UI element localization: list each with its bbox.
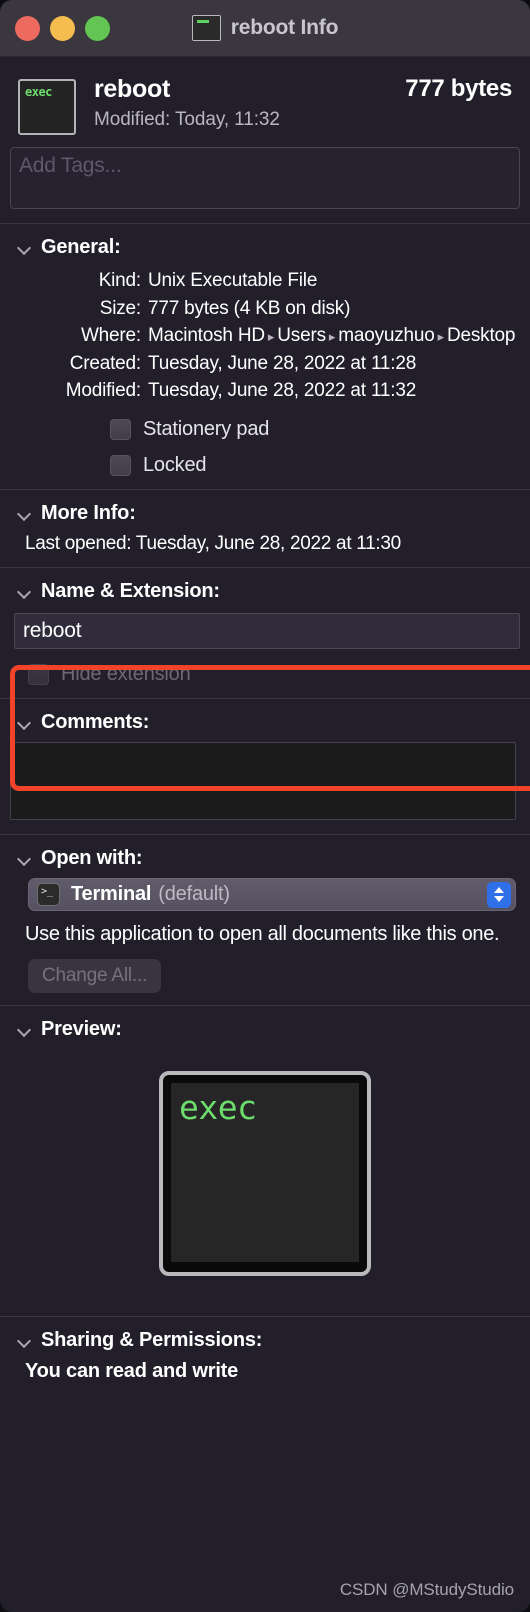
- get-info-window: reboot Info exec reboot Modified: Today,…: [0, 0, 530, 1612]
- terminal-app-icon: [37, 882, 60, 906]
- file-name-input[interactable]: reboot: [14, 612, 520, 649]
- row-created-value: Tuesday, June 28, 2022 at 11:28: [148, 352, 417, 374]
- chevron-down-icon[interactable]: [18, 585, 31, 598]
- file-size: 777 bytes: [405, 75, 512, 102]
- section-general-title: General:: [41, 236, 121, 258]
- section-comments: Comments:: [0, 699, 530, 834]
- chevron-down-icon[interactable]: [18, 241, 31, 254]
- open-with-app-name: Terminal: [71, 882, 152, 905]
- file-header-text: reboot Modified: Today, 11:32: [94, 75, 387, 131]
- section-sharing-header[interactable]: Sharing & Permissions:: [0, 1329, 530, 1352]
- minimize-button[interactable]: [50, 15, 75, 41]
- section-open-with-header[interactable]: Open with:: [0, 847, 530, 870]
- section-preview: Preview: exec: [0, 1006, 530, 1316]
- chevron-down-icon[interactable]: [18, 852, 31, 865]
- file-name-input-value: reboot: [23, 618, 82, 642]
- hide-extension-checkbox-row[interactable]: Hide extension: [0, 663, 530, 686]
- section-sharing-title: Sharing & Permissions:: [41, 1328, 263, 1351]
- preview-exec-icon: exec: [159, 1070, 371, 1276]
- chevron-down-icon[interactable]: [18, 716, 31, 729]
- terminal-file-icon: [191, 15, 221, 41]
- preview-area: exec: [0, 1049, 530, 1304]
- row-modified-label: Modified:: [65, 380, 141, 402]
- row-where: Where: Macintosh HD ▸ Users ▸ maoyuzhuo ▸ Desk…: [0, 322, 530, 350]
- row-kind-label: Kind:: [98, 270, 142, 291]
- row-size-value: 777 bytes (4 KB on disk): [148, 297, 351, 319]
- file-modified: Modified: Today, 11:32: [94, 108, 280, 130]
- locked-label: Locked: [143, 453, 207, 476]
- path-separator-icon: ▸: [267, 329, 275, 345]
- row-where-value: Macintosh HD ▸ Users ▸ maoyuzhuo ▸ Desktop: [148, 322, 515, 350]
- where-part-1: Users: [277, 325, 326, 347]
- close-button[interactable]: [15, 15, 40, 41]
- chevron-down-icon[interactable]: [18, 1023, 31, 1036]
- chevron-down-icon[interactable]: [18, 507, 31, 520]
- last-opened-row: Last opened: Tuesday, June 28, 2022 at 1…: [0, 533, 530, 555]
- stationery-pad-checkbox[interactable]: [110, 418, 131, 440]
- comments-textarea[interactable]: [10, 741, 516, 820]
- window-titlebar: reboot Info: [0, 0, 530, 57]
- traffic-lights: [15, 15, 110, 41]
- window-title: reboot Info: [230, 16, 339, 39]
- section-comments-header[interactable]: Comments:: [0, 711, 530, 734]
- open-with-description: Use this application to open all documen…: [25, 922, 500, 945]
- section-comments-title: Comments:: [41, 710, 150, 733]
- exec-icon-label: exec: [25, 85, 52, 99]
- hide-extension-label: Hide extension: [61, 662, 191, 685]
- row-where-label: Where:: [80, 325, 141, 347]
- section-more-info: More Info: Last opened: Tuesday, June 28…: [0, 490, 530, 567]
- add-tags-placeholder: Add Tags...: [19, 154, 122, 177]
- where-part-0: Macintosh HD: [148, 325, 265, 347]
- watermark: CSDN @MStudyStudio: [339, 1580, 514, 1599]
- section-preview-header[interactable]: Preview:: [0, 1018, 530, 1041]
- row-kind-value: Unix Executable File: [148, 270, 318, 291]
- path-separator-icon: ▸: [328, 329, 336, 345]
- last-opened-label: Last opened:: [25, 532, 132, 554]
- add-tags-input[interactable]: Add Tags...: [10, 147, 520, 209]
- where-part-3: Desktop: [446, 325, 516, 347]
- chevron-updown-icon[interactable]: [487, 881, 511, 908]
- where-part-2: maoyuzhuo: [338, 325, 435, 347]
- file-header: exec reboot Modified: Today, 11:32 777 b…: [0, 57, 530, 147]
- exec-file-icon: exec: [18, 79, 76, 135]
- change-all-button[interactable]: Change All...: [28, 958, 162, 993]
- tags-field-wrap: Add Tags...: [0, 147, 530, 223]
- open-with-dropdown[interactable]: Terminal (default): [28, 877, 516, 911]
- row-modified-value: Tuesday, June 28, 2022 at 11:32: [148, 380, 417, 402]
- section-general: General: Kind: Unix Executable File Size…: [0, 224, 530, 489]
- zoom-button[interactable]: [85, 15, 110, 41]
- path-separator-icon: ▸: [437, 329, 445, 345]
- open-with-default-suffix: (default): [158, 882, 230, 905]
- hide-extension-checkbox[interactable]: [28, 663, 49, 685]
- section-general-header[interactable]: General:: [0, 236, 530, 259]
- row-kind: Kind: Unix Executable File: [0, 267, 530, 295]
- row-size-label: Size:: [99, 297, 141, 319]
- section-name-extension: Name & Extension: reboot Hide extension: [0, 568, 530, 698]
- section-name-extension-title: Name & Extension:: [41, 579, 220, 602]
- stationery-pad-checkbox-row[interactable]: Stationery pad: [0, 418, 530, 441]
- stationery-pad-label: Stationery pad: [143, 417, 270, 440]
- row-size: Size: 777 bytes (4 KB on disk): [0, 295, 530, 323]
- section-more-info-header[interactable]: More Info:: [0, 502, 530, 525]
- section-more-info-title: More Info:: [41, 501, 136, 524]
- section-name-extension-header[interactable]: Name & Extension:: [0, 580, 530, 603]
- section-preview-title: Preview:: [41, 1017, 122, 1040]
- section-open-with: Open with: Terminal (default) Use this a…: [0, 835, 530, 1005]
- preview-icon-label: exec: [179, 1087, 257, 1127]
- locked-checkbox[interactable]: [110, 454, 131, 476]
- section-sharing-permissions: Sharing & Permissions: You can read and …: [0, 1317, 530, 1395]
- locked-checkbox-row[interactable]: Locked: [0, 454, 530, 477]
- chevron-down-icon[interactable]: [18, 1334, 31, 1347]
- row-modified: Modified: Tuesday, June 28, 2022 at 11:3…: [0, 377, 530, 405]
- file-name: reboot: [94, 75, 170, 103]
- row-created-label: Created:: [69, 352, 141, 374]
- sharing-summary: You can read and write: [25, 1359, 239, 1382]
- row-created: Created: Tuesday, June 28, 2022 at 11:28: [0, 350, 530, 378]
- section-open-with-title: Open with:: [41, 846, 143, 869]
- last-opened-value: Tuesday, June 28, 2022 at 11:30: [135, 532, 401, 554]
